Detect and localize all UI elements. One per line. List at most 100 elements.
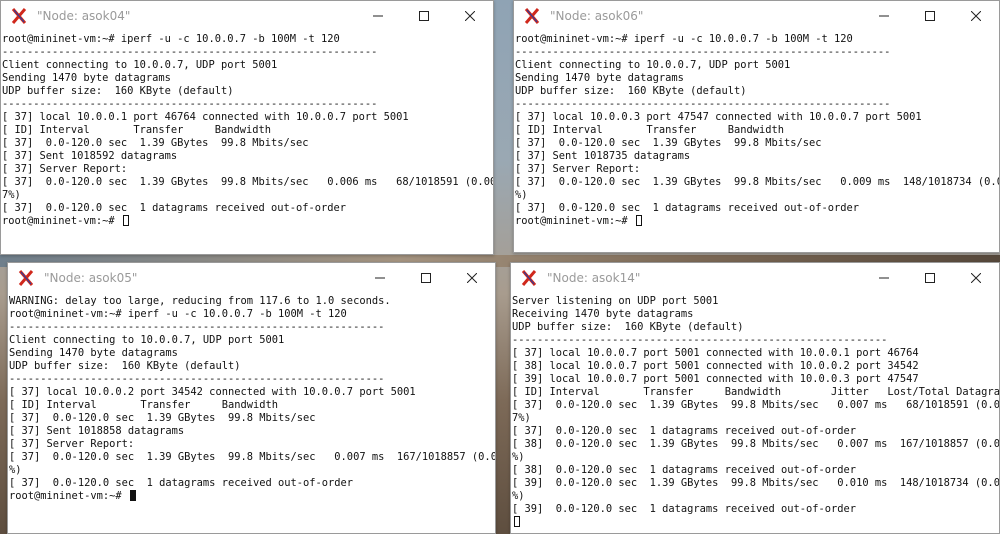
terminal-line: root@mininet-vm:~# iperf -u -c 10.0.0.7 … — [515, 33, 999, 46]
terminal-line: [ ID] Interval Transfer Bandwidth — [2, 124, 493, 137]
minimize-button[interactable] — [861, 1, 907, 31]
terminal-output[interactable]: WARNING: delay too large, reducing from … — [8, 293, 495, 503]
window-titlebar[interactable]: "Node: asok14" — [511, 263, 999, 293]
terminal-line: ----------------------------------------… — [2, 46, 493, 59]
terminal-line-text: root@mininet-vm:~# iperf -u -c 10.0.0.7 … — [515, 33, 853, 45]
maximize-icon — [419, 11, 429, 21]
terminal-line-text: [ 37] Server Report: — [9, 438, 135, 450]
terminal-line-text: %) — [515, 189, 528, 201]
terminal-line-text: [ 37] Sent 1018592 datagrams — [2, 150, 178, 162]
terminal-window-asok05[interactable]: "Node: asok05" WARNING: delay too large,… — [7, 262, 496, 534]
terminal-line: [ 38] local 10.0.0.7 port 5001 connected… — [512, 360, 999, 373]
terminal-output[interactable]: root@mininet-vm:~# iperf -u -c 10.0.0.7 … — [1, 31, 493, 228]
terminal-output[interactable]: Server listening on UDP port 5001 Receivi… — [511, 293, 999, 529]
text-cursor — [122, 215, 129, 226]
maximize-button[interactable] — [907, 1, 953, 31]
minimize-icon — [879, 15, 889, 17]
terminal-line: [ 37] Server Report: — [9, 438, 495, 451]
terminal-line: [ ID] Interval Transfer Bandwidth Jitter… — [512, 386, 999, 399]
terminal-line: Receiving 1470 byte datagrams — [512, 308, 999, 321]
terminal-line-text: [ ID] Interval Transfer Bandwidth — [515, 124, 784, 136]
maximize-icon — [421, 273, 431, 283]
terminal-line: [ 37] local 10.0.0.2 port 34542 connecte… — [9, 386, 495, 399]
maximize-button[interactable] — [401, 1, 447, 31]
terminal-line-text: ----------------------------------------… — [9, 321, 385, 333]
text-cursor — [635, 215, 642, 226]
terminal-line-text: [ 37] local 10.0.0.2 port 34542 connecte… — [9, 386, 416, 398]
terminal-line-text: Sending 1470 byte datagrams — [9, 347, 178, 359]
terminal-line: root@mininet-vm:~# — [2, 215, 493, 228]
close-button[interactable] — [449, 263, 495, 293]
terminal-line-text: [ 38] 0.0-120.0 sec 1.39 GBytes 99.8 Mbi… — [512, 438, 1000, 450]
text-cursor — [514, 516, 520, 527]
terminal-line: %) — [512, 490, 999, 503]
terminal-line: Sending 1470 byte datagrams — [9, 347, 495, 360]
close-button[interactable] — [953, 1, 999, 31]
terminal-line-text: root@mininet-vm:~# iperf -u -c 10.0.0.7 … — [9, 308, 347, 320]
close-button[interactable] — [447, 1, 493, 31]
minimize-icon — [879, 277, 889, 279]
minimize-button[interactable] — [355, 1, 401, 31]
terminal-line-text: Client connecting to 10.0.0.7, UDP port … — [2, 59, 278, 71]
terminal-line-text: ----------------------------------------… — [2, 98, 378, 110]
terminal-line-text: %) — [512, 451, 525, 463]
terminal-line-text: WARNING: delay too large, reducing from … — [9, 295, 391, 307]
terminal-line-text: [ 37] 0.0-120.0 sec 1.39 GBytes 99.8 Mbi… — [9, 451, 496, 463]
terminal-line: Client connecting to 10.0.0.7, UDP port … — [9, 334, 495, 347]
terminal-line: ----------------------------------------… — [9, 321, 495, 334]
terminal-output[interactable]: root@mininet-vm:~# iperf -u -c 10.0.0.7 … — [514, 31, 999, 228]
terminal-line: ----------------------------------------… — [2, 98, 493, 111]
window-titlebar[interactable]: "Node: asok05" — [8, 263, 495, 293]
terminal-line: root@mininet-vm:~# — [9, 490, 495, 503]
terminal-line: [ 37] 0.0-120.0 sec 1 datagrams received… — [512, 425, 999, 438]
terminal-line: %) — [9, 464, 495, 477]
xterm-x-icon — [521, 270, 537, 286]
maximize-button[interactable] — [403, 263, 449, 293]
terminal-line: [ 39] 0.0-120.0 sec 1 datagrams received… — [512, 503, 999, 516]
terminal-line-text: ----------------------------------------… — [515, 46, 891, 58]
terminal-line-text: [ 37] local 10.0.0.7 port 5001 connected… — [512, 347, 919, 359]
terminal-line: [ 37] 0.0-120.0 sec 1.39 GBytes 99.8 Mbi… — [9, 412, 495, 425]
terminal-line-text: [ 37] 0.0-120.0 sec 1.39 GBytes 99.8 Mbi… — [515, 137, 822, 149]
terminal-line-text: ----------------------------------------… — [9, 373, 385, 385]
terminal-line: [ 37] Sent 1018592 datagrams — [2, 150, 493, 163]
terminal-line-text: [ 37] 0.0-120.0 sec 1.39 GBytes 99.8 Mbi… — [9, 412, 316, 424]
terminal-line: [ ID] Interval Transfer Bandwidth — [515, 124, 999, 137]
terminal-line-text: %) — [512, 490, 525, 502]
terminal-line: [ 37] 0.0-120.0 sec 1 datagrams received… — [2, 202, 493, 215]
terminal-line-text: 7%) — [512, 412, 531, 424]
terminal-line: [ 37] 0.0-120.0 sec 1.39 GBytes 99.8 Mbi… — [2, 176, 493, 189]
terminal-line-text: 7%) — [2, 189, 21, 201]
terminal-line-text: [ 38] local 10.0.0.7 port 5001 connected… — [512, 360, 919, 372]
terminal-line: Sending 1470 byte datagrams — [515, 72, 999, 85]
terminal-line: ----------------------------------------… — [515, 98, 999, 111]
terminal-line: [ 37] 0.0-120.0 sec 1.39 GBytes 99.8 Mbi… — [512, 399, 999, 412]
terminal-line-text: [ 37] local 10.0.0.3 port 47547 connecte… — [515, 111, 922, 123]
minimize-button[interactable] — [861, 263, 907, 293]
close-icon — [971, 11, 981, 21]
terminal-line — [512, 516, 999, 529]
close-button[interactable] — [953, 263, 999, 293]
terminal-line-text: Client connecting to 10.0.0.7, UDP port … — [515, 59, 791, 71]
terminal-line: [ 39] local 10.0.0.7 port 5001 connected… — [512, 373, 999, 386]
terminal-line: Sending 1470 byte datagrams — [2, 72, 493, 85]
terminal-line-text: [ 37] Server Report: — [2, 163, 128, 175]
xterm-x-icon — [524, 8, 540, 24]
terminal-line-text: [ 37] 0.0-120.0 sec 1.39 GBytes 99.8 Mbi… — [2, 137, 309, 149]
terminal-window-asok14[interactable]: "Node: asok14" Server listening on UDP p… — [510, 262, 1000, 534]
terminal-window-asok04[interactable]: "Node: asok04" root@mininet-vm:~# iperf … — [0, 0, 494, 255]
terminal-line: [ 37] 0.0-120.0 sec 1 datagrams received… — [515, 202, 999, 215]
terminal-line: ----------------------------------------… — [9, 373, 495, 386]
terminal-line-text: root@mininet-vm:~# iperf -u -c 10.0.0.7 … — [2, 33, 340, 45]
minimize-button[interactable] — [357, 263, 403, 293]
terminal-line-text: ----------------------------------------… — [515, 98, 891, 110]
maximize-button[interactable] — [907, 263, 953, 293]
terminal-line-text: [ 39] 0.0-120.0 sec 1 datagrams received… — [512, 503, 857, 515]
terminal-line: Client connecting to 10.0.0.7, UDP port … — [515, 59, 999, 72]
terminal-line-text: [ 37] local 10.0.0.1 port 46764 connecte… — [2, 111, 409, 123]
window-titlebar[interactable]: "Node: asok04" — [1, 1, 493, 31]
window-titlebar[interactable]: "Node: asok06" — [514, 1, 999, 31]
terminal-window-asok06[interactable]: "Node: asok06" root@mininet-vm:~# iperf … — [513, 0, 1000, 253]
terminal-line-text: [ 37] Sent 1018735 datagrams — [515, 150, 691, 162]
terminal-line-text: [ ID] Interval Transfer Bandwidth Jitter… — [512, 386, 1000, 398]
